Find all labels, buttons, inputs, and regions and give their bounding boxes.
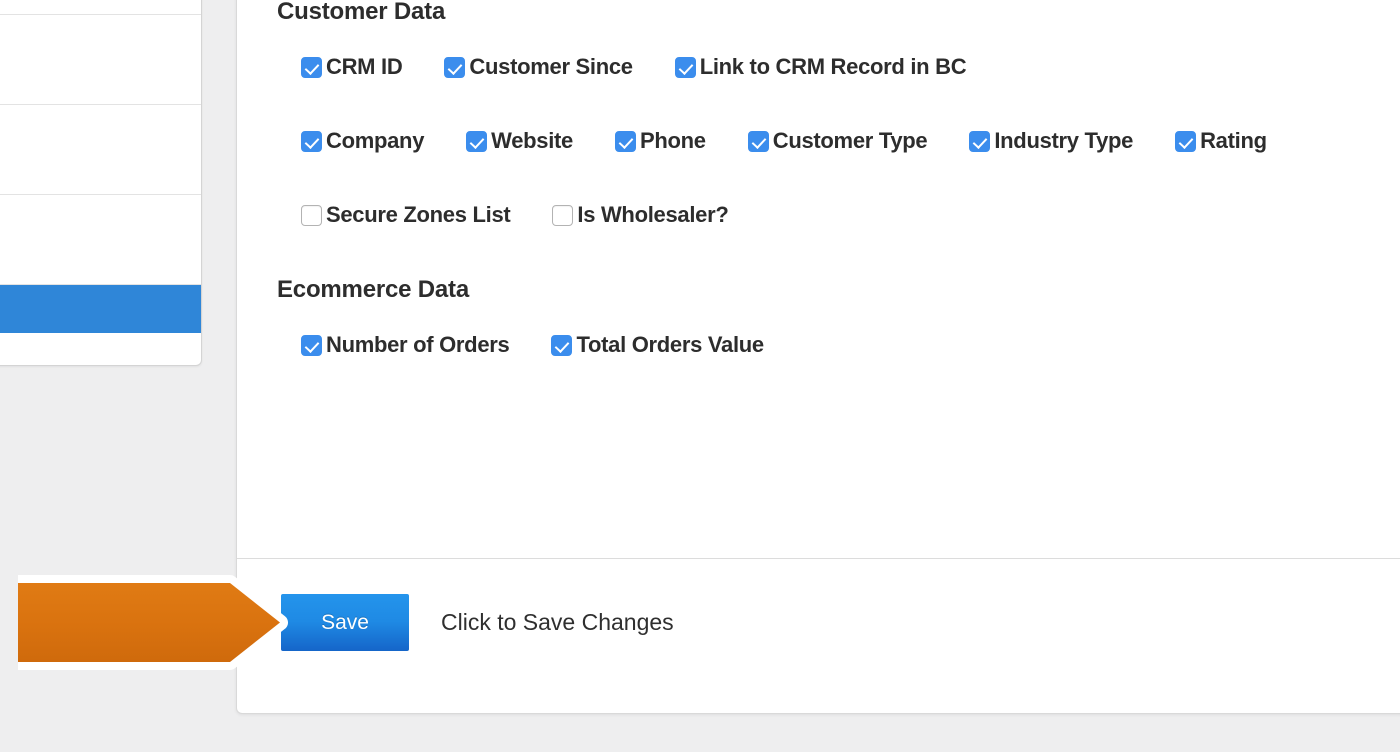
checkbox-item-rating[interactable]: Rating (1175, 128, 1267, 154)
settings-panel: Customer Data CRM ID Customer Since Link… (236, 0, 1400, 714)
checkbox-checked-icon[interactable] (444, 56, 466, 78)
checkbox-label: Company (326, 128, 425, 153)
list-item-selected[interactable] (0, 285, 201, 333)
checkbox-checked-icon[interactable] (747, 130, 769, 152)
checkbox-label: Total Orders Value (576, 332, 764, 357)
checkbox-item-secure-zones-list[interactable]: Secure Zones List (301, 202, 511, 228)
checkbox-label: Number of Orders (326, 332, 510, 357)
checkbox-checked-icon[interactable] (969, 130, 991, 152)
checkbox-item-phone[interactable]: Phone (615, 128, 706, 154)
checkbox-checked-icon[interactable] (301, 130, 322, 152)
checkbox-row: Number of Orders Total Orders Value (277, 332, 1396, 358)
save-bar: Save Click to Save Changes (281, 594, 674, 651)
list-item[interactable]: g (0, 0, 201, 15)
checkbox-item-website[interactable]: Website (466, 128, 573, 154)
checkbox-label: Website (491, 128, 573, 153)
checkbox-row: CRM ID Customer Since Link to CRM Record… (277, 54, 1396, 80)
checkbox-checked-icon[interactable] (301, 334, 322, 356)
checkbox-label: Industry Type (994, 128, 1134, 153)
checkbox-item-customer-type[interactable]: Customer Type (747, 128, 928, 154)
section-title-ecommerce-data: Ecommerce Data (277, 276, 469, 303)
footer-divider (237, 558, 1400, 559)
save-hint-text: Click to Save Changes (441, 609, 674, 635)
checkbox-item-link-to-crm-record-in-bc[interactable]: Link to CRM Record in BC (674, 54, 967, 80)
checkbox-item-company[interactable]: Company (301, 128, 424, 154)
settings-body: Customer Data CRM ID Customer Since Link… (237, 0, 1400, 358)
left-side-panel: g s (0, 0, 202, 366)
checkbox-label: CRM ID (326, 54, 403, 79)
checkbox-label: Customer Since (469, 54, 633, 79)
section-title-customer-data: Customer Data (277, 0, 446, 25)
checkbox-row: Company Website Phone Customer Type Indu… (277, 128, 1396, 154)
save-button[interactable]: Save (281, 594, 409, 651)
checkbox-checked-icon[interactable] (1175, 130, 1197, 152)
checkbox-item-crm-id[interactable]: CRM ID (301, 54, 403, 80)
checkbox-unchecked-icon[interactable] (552, 204, 574, 226)
checkbox-row: Secure Zones List Is Wholesaler? (277, 202, 1396, 228)
checkbox-label: Is Wholesaler? (577, 202, 729, 227)
checkbox-item-total-orders-value[interactable]: Total Orders Value (551, 332, 764, 358)
checkbox-checked-icon[interactable] (466, 130, 488, 152)
list-item[interactable] (0, 15, 201, 105)
checkbox-item-is-wholesaler[interactable]: Is Wholesaler? (552, 202, 729, 228)
checkbox-label: Customer Type (772, 128, 928, 153)
checkbox-label: Rating (1200, 128, 1267, 153)
checkbox-label: Link to CRM Record in BC (699, 54, 967, 79)
list-item[interactable] (0, 195, 201, 285)
checkbox-item-number-of-orders[interactable]: Number of Orders (301, 332, 510, 358)
checkbox-item-industry-type[interactable]: Industry Type (969, 128, 1133, 154)
checkbox-checked-icon[interactable] (674, 56, 696, 78)
list-item[interactable]: s (0, 105, 201, 195)
checkbox-checked-icon[interactable] (301, 56, 322, 78)
checkbox-label: Secure Zones List (326, 202, 511, 227)
checkbox-checked-icon[interactable] (615, 130, 636, 152)
checkbox-label: Phone (640, 128, 706, 153)
checkbox-item-customer-since[interactable]: Customer Since (444, 54, 633, 80)
checkbox-unchecked-icon[interactable] (301, 204, 322, 226)
checkbox-checked-icon[interactable] (551, 334, 573, 356)
